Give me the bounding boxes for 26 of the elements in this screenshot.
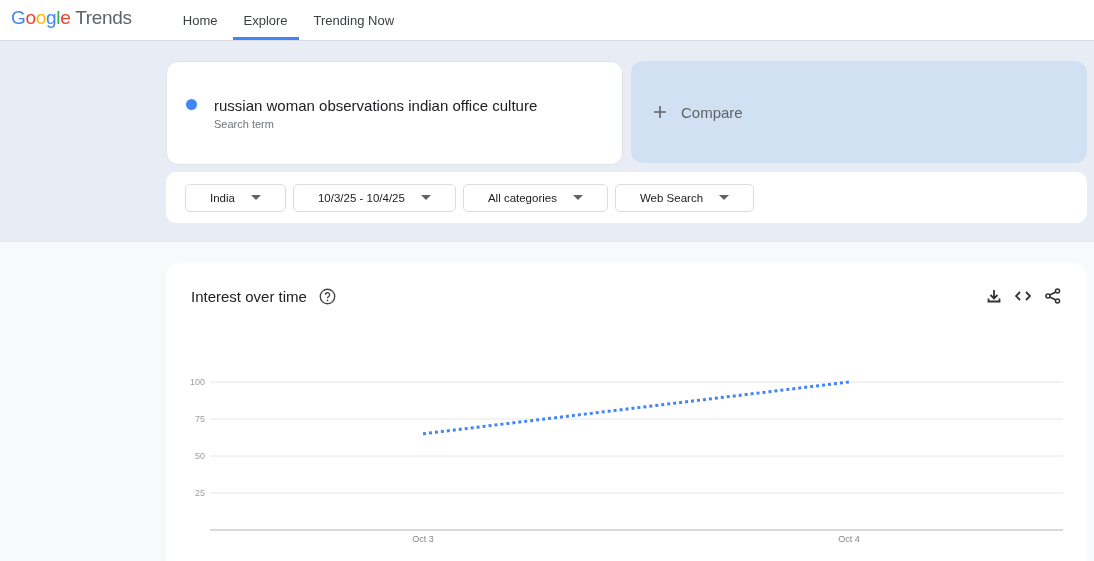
- caret-icon: [420, 195, 431, 200]
- compare-button[interactable]: Compare: [631, 61, 1087, 163]
- filter-dropdown[interactable]: 10/3/25 - 10/4/25: [292, 183, 456, 212]
- filter-dropdown[interactable]: India: [185, 183, 286, 212]
- filter-dropdown[interactable]: Web Search: [614, 183, 755, 212]
- plus-icon: [653, 105, 667, 119]
- search-term-caption: Search term: [214, 117, 275, 130]
- y-axis-label: 50: [195, 451, 205, 461]
- search-term[interactable]: russian woman observations indian office culture: [214, 96, 538, 114]
- y-axis-label: 75: [195, 414, 205, 424]
- nav-tab[interactable]: Trending Now: [302, 0, 406, 40]
- chart-title: Interest over time: [191, 287, 307, 305]
- caret-icon: [719, 195, 730, 200]
- y-axis-label: 25: [195, 488, 205, 498]
- filter-dropdown[interactable]: All categories: [462, 183, 608, 212]
- download-icon[interactable]: [987, 289, 1001, 303]
- x-axis-label: Oct 3: [412, 534, 434, 544]
- x-axis-label: Oct 4: [838, 534, 860, 544]
- google-trends-logo[interactable]: Google Trends: [11, 6, 132, 30]
- caret-icon: [250, 195, 261, 200]
- embed-icon[interactable]: [1015, 291, 1031, 301]
- caret-icon: [572, 195, 583, 200]
- y-axis-label: 100: [189, 377, 205, 387]
- nav-tab[interactable]: Home: [171, 0, 229, 40]
- help-icon[interactable]: [318, 287, 336, 305]
- share-icon[interactable]: [1045, 288, 1061, 304]
